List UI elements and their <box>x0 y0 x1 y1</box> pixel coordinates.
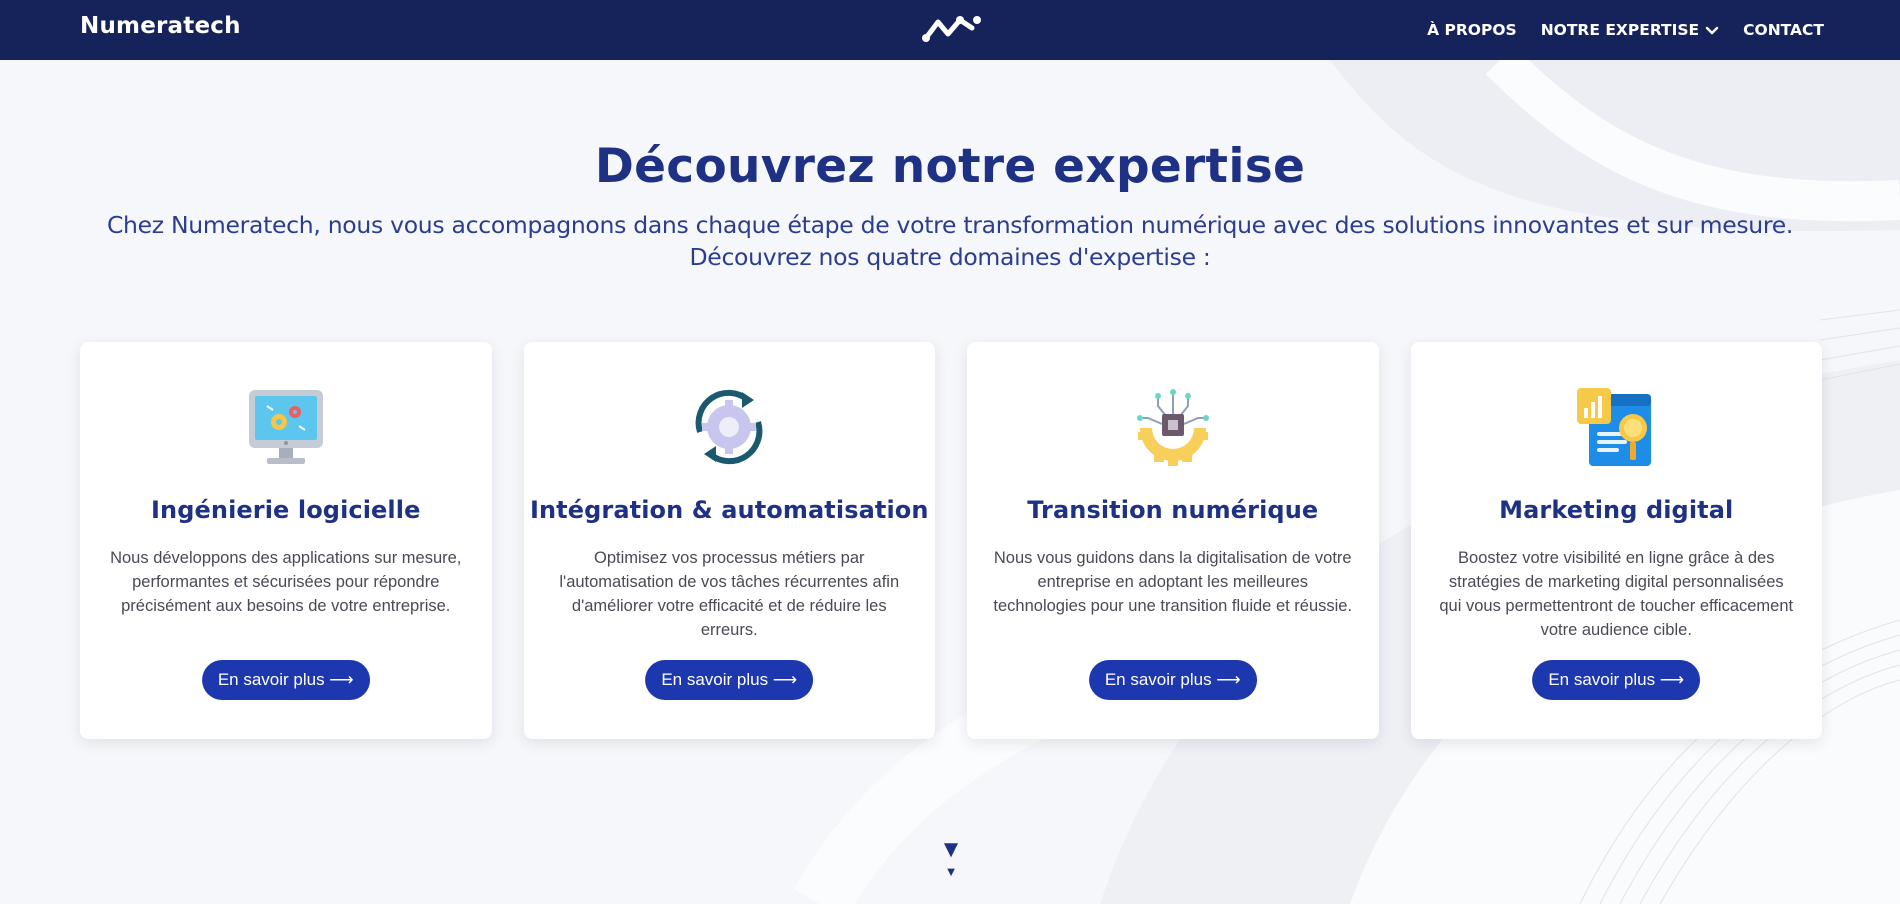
expertise-card-ingenierie: Ingénierie logicielle Nous développons d… <box>80 342 492 739</box>
en-savoir-plus-button[interactable]: En savoir plus ⟶ <box>201 660 370 700</box>
nav-link-a-propos[interactable]: À PROPOS <box>1427 21 1517 39</box>
hero-section: Découvrez notre expertise Chez Numeratec… <box>0 60 1900 273</box>
numeratech-logo-icon[interactable] <box>920 12 982 44</box>
nav-link-notre-expertise[interactable]: NOTRE EXPERTISE <box>1541 21 1719 39</box>
scroll-arrow-small: ▼ <box>944 864 958 879</box>
card-description: Nous vous guidons dans la digitalisation… <box>993 549 1353 615</box>
expertise-card-integration: Intégration & automatisation Optimisez v… <box>523 342 935 739</box>
hero-subtitle: Chez Numeratech, nous vous accompagnons … <box>70 209 1830 273</box>
card-description: Nous développons des applications sur me… <box>110 549 462 615</box>
en-savoir-plus-button[interactable]: En savoir plus ⟶ <box>645 660 814 700</box>
brand-name[interactable]: Numeratech <box>80 13 241 39</box>
card-title: Marketing digital <box>1499 496 1734 524</box>
nav-link-contact[interactable]: CONTACT <box>1743 21 1824 39</box>
nav-link-label: CONTACT <box>1743 21 1824 39</box>
en-savoir-plus-button[interactable]: En savoir plus ⟶ <box>1088 660 1257 700</box>
expertise-card-transition: Transition numérique Nous vous guidons d… <box>967 342 1379 739</box>
scroll-down-icon[interactable]: ▼ ▼ <box>939 836 963 879</box>
nav-link-label: NOTRE EXPERTISE <box>1540 21 1700 39</box>
card-title: Intégration & automatisation <box>529 496 929 524</box>
card-description: Optimisez vos processus métiers par l'au… <box>559 549 900 639</box>
computer-gears-icon <box>243 384 329 470</box>
scroll-arrow-big: ▼ <box>939 836 963 863</box>
chip-gear-icon <box>1130 384 1216 470</box>
navbar: Numeratech À PROPOS NOTRE EXPERTISE CONT… <box>0 0 1900 60</box>
nav-links: À PROPOS NOTRE EXPERTISE CONTACT <box>1427 0 1824 60</box>
gear-cycle-icon <box>686 384 772 470</box>
expertise-cards: Ingénierie logicielle Nous développons d… <box>80 342 1822 739</box>
hero-subtitle-line1: Chez Numeratech, nous vous accompagnons … <box>106 211 1794 240</box>
nav-link-label: À PROPOS <box>1427 21 1517 39</box>
chevron-down-icon <box>1705 23 1719 37</box>
card-title: Transition numérique <box>1027 496 1319 524</box>
expertise-card-marketing: Marketing digital Boostez votre visibili… <box>1410 342 1822 739</box>
analytics-search-icon <box>1573 384 1659 470</box>
card-title: Ingénierie logicielle <box>151 496 421 524</box>
en-savoir-plus-button[interactable]: En savoir plus ⟶ <box>1532 660 1701 700</box>
card-description: Boostez votre visibilité en ligne grâce … <box>1439 549 1794 639</box>
hero-subtitle-line2: Découvrez nos quatre domaines d'expertis… <box>689 243 1211 272</box>
page-title: Découvrez notre expertise <box>594 139 1306 194</box>
